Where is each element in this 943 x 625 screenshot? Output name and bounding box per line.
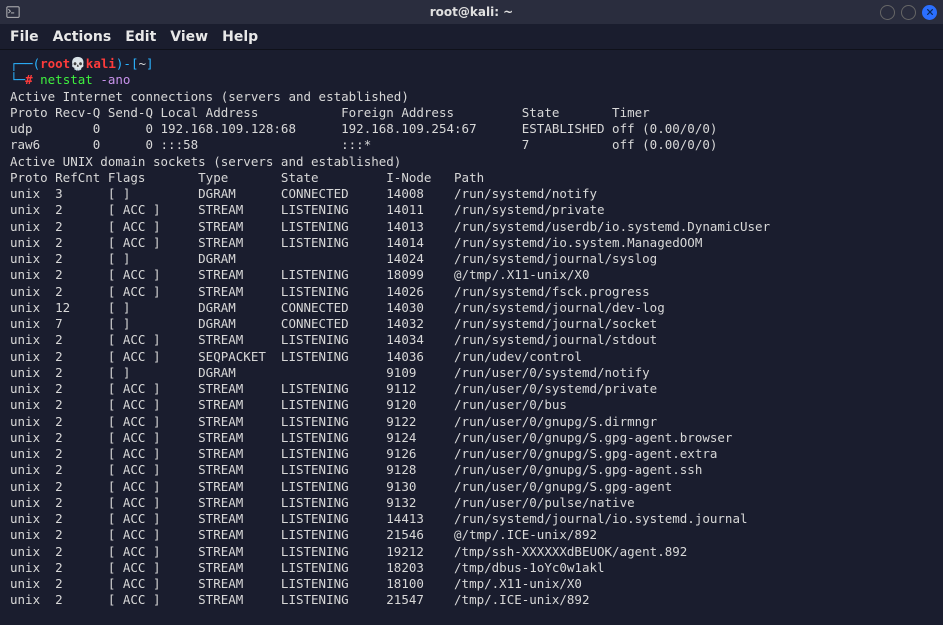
unix-row: unix 2 [ ACC ] STREAM LISTENING 18100 /t…: [10, 576, 933, 592]
prompt-at: 💀: [70, 56, 86, 71]
prompt-close: )-[: [116, 56, 139, 71]
unix-row: unix 2 [ ACC ] STREAM LISTENING 9122 /ru…: [10, 414, 933, 430]
prompt-host: kali: [86, 56, 116, 71]
unix-row: unix 12 [ ] DGRAM CONNECTED 14030 /run/s…: [10, 300, 933, 316]
unix-row: unix 2 [ ACC ] STREAM LISTENING 18203 /t…: [10, 560, 933, 576]
menu-help[interactable]: Help: [222, 29, 258, 45]
unix-row: unix 2 [ ACC ] STREAM LISTENING 19212 /t…: [10, 544, 933, 560]
cmd-args: -ano: [100, 72, 130, 87]
prompt-open: ┌──(: [10, 56, 40, 71]
menu-actions[interactable]: Actions: [53, 29, 112, 45]
unix-row: unix 2 [ ACC ] STREAM LISTENING 9124 /ru…: [10, 430, 933, 446]
prompt-hash: #: [25, 72, 33, 87]
prompt-end: ]: [146, 56, 154, 71]
header-net: Active Internet connections (servers and…: [10, 89, 409, 104]
window-controls: [880, 5, 937, 20]
unix-row: unix 2 [ ACC ] STREAM LISTENING 14011 /r…: [10, 202, 933, 218]
net-row: raw6 0 0 :::58 :::* 7 off (0.00/0/0): [10, 137, 933, 153]
menubar: File Actions Edit View Help: [0, 24, 943, 50]
close-button[interactable]: [922, 5, 937, 20]
unix-row: unix 2 [ ACC ] STREAM LISTENING 9132 /ru…: [10, 495, 933, 511]
prompt-cwd: ~: [138, 56, 146, 71]
menu-view[interactable]: View: [170, 29, 208, 45]
window-title: root@kali: ~: [430, 5, 513, 19]
maximize-button[interactable]: [901, 5, 916, 20]
unix-row: unix 2 [ ACC ] STREAM LISTENING 14034 /r…: [10, 332, 933, 348]
unix-row: unix 2 [ ACC ] STREAM LISTENING 9130 /ru…: [10, 479, 933, 495]
minimize-button[interactable]: [880, 5, 895, 20]
unix-row: unix 2 [ ACC ] STREAM LISTENING 9120 /ru…: [10, 397, 933, 413]
net-rows: udp 0 0 192.168.109.128:68 192.168.109.2…: [10, 121, 933, 154]
col-unix: Proto RefCnt Flags Type State I-Node Pat…: [10, 170, 484, 185]
unix-row: unix 2 [ ACC ] STREAM LISTENING 9112 /ru…: [10, 381, 933, 397]
unix-row: unix 2 [ ACC ] STREAM LISTENING 14413 /r…: [10, 511, 933, 527]
unix-row: unix 2 [ ACC ] STREAM LISTENING 14014 /r…: [10, 235, 933, 251]
terminal-output[interactable]: ┌──(root💀kali)-[~] └─# netstat -ano Acti…: [0, 50, 943, 619]
titlebar: root@kali: ~: [0, 0, 943, 24]
terminal-icon: [6, 5, 20, 19]
prompt-line2: └─: [10, 72, 25, 87]
unix-row: unix 2 [ ACC ] STREAM LISTENING 14013 /r…: [10, 219, 933, 235]
unix-row: unix 2 [ ACC ] STREAM LISTENING 9126 /ru…: [10, 446, 933, 462]
menu-file[interactable]: File: [10, 29, 39, 45]
unix-rows: unix 3 [ ] DGRAM CONNECTED 14008 /run/sy…: [10, 186, 933, 609]
cmd: netstat: [40, 72, 93, 87]
prompt-user: root: [40, 56, 70, 71]
net-row: udp 0 0 192.168.109.128:68 192.168.109.2…: [10, 121, 933, 137]
unix-row: unix 2 [ ] DGRAM 9109 /run/user/0/system…: [10, 365, 933, 381]
unix-row: unix 2 [ ACC ] STREAM LISTENING 14026 /r…: [10, 284, 933, 300]
unix-row: unix 7 [ ] DGRAM CONNECTED 14032 /run/sy…: [10, 316, 933, 332]
col-net: Proto Recv-Q Send-Q Local Address Foreig…: [10, 105, 650, 120]
menu-edit[interactable]: Edit: [125, 29, 156, 45]
header-unix: Active UNIX domain sockets (servers and …: [10, 154, 401, 169]
unix-row: unix 2 [ ACC ] STREAM LISTENING 18099 @/…: [10, 267, 933, 283]
unix-row: unix 2 [ ACC ] SEQPACKET LISTENING 14036…: [10, 349, 933, 365]
unix-row: unix 2 [ ACC ] STREAM LISTENING 9128 /ru…: [10, 462, 933, 478]
unix-row: unix 3 [ ] DGRAM CONNECTED 14008 /run/sy…: [10, 186, 933, 202]
unix-row: unix 2 [ ] DGRAM 14024 /run/systemd/jour…: [10, 251, 933, 267]
unix-row: unix 2 [ ACC ] STREAM LISTENING 21547 /t…: [10, 592, 933, 608]
unix-row: unix 2 [ ACC ] STREAM LISTENING 21546 @/…: [10, 527, 933, 543]
